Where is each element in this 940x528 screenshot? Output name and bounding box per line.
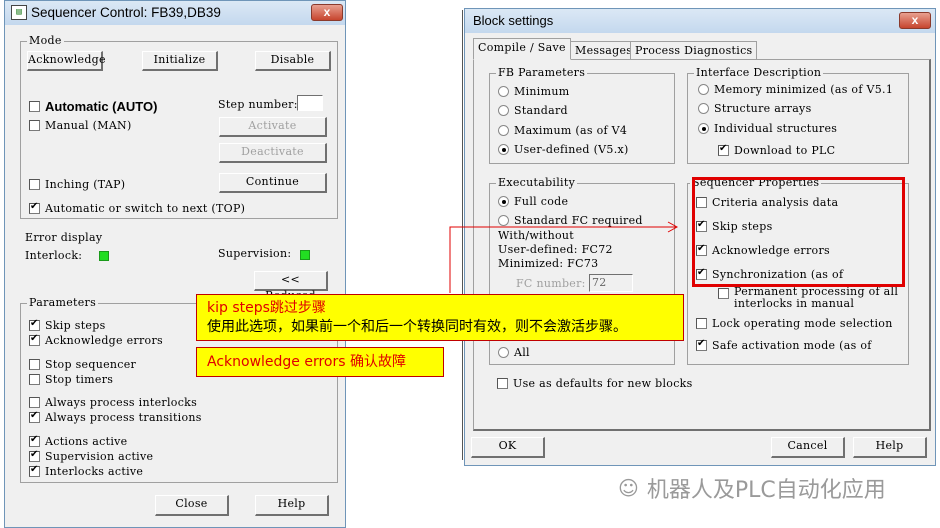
skip-steps-callout: kip steps跳过步骤 使用此选项，如果前一个和后一个转换同时有效，则不会激… — [196, 294, 684, 341]
callout-connector — [449, 221, 679, 293]
acknowledge-errors-callout: Acknowledge errors 确认故障 — [196, 347, 444, 377]
skip-steps-callout-body: 使用此选项，如果前一个和后一个转换同时有效，则不会激活步骤。 — [207, 319, 627, 335]
tab-compile-save[interactable]: Compile / Save — [473, 38, 571, 60]
watermark-text: 机器人及PLC自动化应用 — [646, 478, 886, 503]
skip-steps-callout-title: kip steps跳过步骤 — [207, 300, 326, 316]
wechat-icon: ☺ — [618, 476, 639, 500]
acknowledge-errors-callout-text: Acknowledge errors 确认故障 — [207, 354, 407, 370]
watermark: ☺ 机器人及PLC自动化应用 — [618, 472, 886, 504]
connector-line — [449, 226, 677, 293]
